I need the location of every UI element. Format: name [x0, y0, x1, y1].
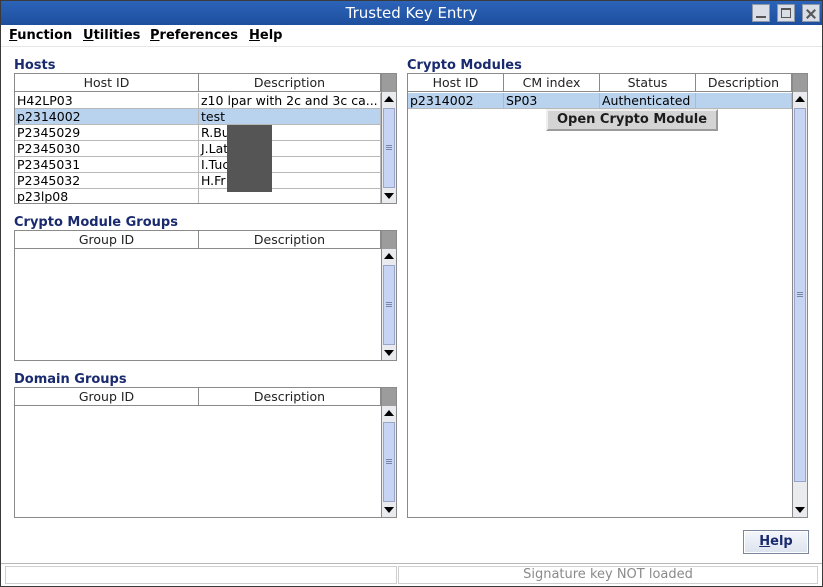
maximize-icon[interactable]: [777, 4, 796, 22]
grip-icon: [386, 302, 392, 307]
column-header-description[interactable]: Description: [696, 74, 792, 92]
scroll-up-icon[interactable]: [384, 96, 394, 102]
crypto-module-groups-table: Group ID Description: [14, 230, 397, 361]
domain-groups-table-header: Group ID Description: [15, 388, 381, 406]
table-row[interactable]: P2345029 R.Bu n: [15, 125, 381, 141]
scrollbar-corner: [382, 231, 396, 249]
menu-bar: Function Utilities Preferences Help: [1, 25, 822, 47]
column-header-description[interactable]: Description: [199, 388, 381, 406]
hosts-label: Hosts: [14, 58, 56, 73]
cm-groups-scrollbar[interactable]: [381, 231, 396, 360]
host-id-cell: P2345029: [15, 125, 199, 141]
table-row[interactable]: P2345030 J.Lat: [15, 141, 381, 157]
status-bar: Signature key NOT loaded: [1, 563, 822, 586]
signature-key-status: Signature key NOT loaded: [398, 566, 818, 584]
table-row-selected[interactable]: p2314002 test: [15, 109, 381, 125]
scrollbar-corner: [382, 388, 396, 406]
table-row[interactable]: H42LP03 z10 lpar with 2c and 3c ca...: [15, 93, 381, 109]
domain-groups-scrollbar[interactable]: [381, 388, 396, 517]
crypto-modules-table-header: Host ID CM index Status Description: [408, 74, 792, 92]
crypto-module-groups-label: Crypto Module Groups: [14, 215, 178, 230]
host-id-cell: P2345031: [15, 157, 199, 173]
cm-groups-table-header: Group ID Description: [15, 231, 381, 249]
close-icon[interactable]: [802, 4, 820, 22]
minimize-icon[interactable]: [752, 4, 771, 22]
column-header-group-id[interactable]: Group ID: [15, 231, 199, 249]
scroll-up-icon[interactable]: [384, 253, 394, 259]
grip-icon: [386, 459, 392, 464]
window-title: Trusted Key Entry: [345, 4, 478, 22]
description-cell: [696, 93, 792, 109]
column-header-status[interactable]: Status: [600, 74, 696, 92]
window-controls: [750, 4, 820, 22]
status-message: [5, 566, 397, 584]
scroll-up-icon[interactable]: [384, 410, 394, 416]
scroll-up-icon[interactable]: [795, 96, 805, 102]
crypto-modules-scrollbar[interactable]: [792, 74, 807, 517]
menu-utilities[interactable]: Utilities: [83, 28, 140, 43]
cm-index-cell: SP03: [504, 93, 600, 109]
host-id-cell: p2314002: [408, 93, 504, 109]
menu-help[interactable]: Help: [249, 28, 282, 43]
hosts-table: Host ID Description H42LP03 z10 lpar wit…: [14, 73, 397, 204]
help-button[interactable]: Help: [743, 530, 809, 554]
scrollbar-corner: [382, 74, 396, 92]
host-id-cell: P2345032: [15, 173, 199, 189]
tke-window: Trusted Key Entry Function Utilities Pre…: [0, 0, 823, 587]
column-header-host-id[interactable]: Host ID: [15, 74, 199, 92]
domain-groups-label: Domain Groups: [14, 372, 127, 387]
open-crypto-module-menu-item[interactable]: Open Crypto Module: [546, 109, 718, 131]
column-header-host-id[interactable]: Host ID: [408, 74, 504, 92]
scrollbar-thumb[interactable]: [383, 422, 395, 502]
hosts-scrollbar[interactable]: [381, 74, 396, 203]
menu-function[interactable]: Function: [9, 28, 72, 43]
status-cell: Authenticated: [600, 93, 696, 109]
column-header-group-id[interactable]: Group ID: [15, 388, 199, 406]
column-header-description[interactable]: Description: [199, 74, 381, 92]
host-id-cell: H42LP03: [15, 93, 199, 109]
scrollbar-thumb[interactable]: [383, 108, 395, 188]
table-row[interactable]: p23lp08: [15, 189, 381, 203]
scroll-down-icon[interactable]: [795, 507, 805, 513]
column-header-description[interactable]: Description: [199, 231, 381, 249]
scroll-down-icon[interactable]: [384, 507, 394, 513]
grip-icon: [797, 292, 803, 297]
host-id-cell: P2345030: [15, 141, 199, 157]
table-row[interactable]: P2345031 I.Tuc er: [15, 157, 381, 173]
host-id-cell: p2314002: [15, 109, 199, 125]
grip-icon: [386, 145, 392, 150]
table-row-selected[interactable]: p2314002 SP03 Authenticated: [408, 93, 792, 109]
table-row[interactable]: P2345032 H.Fr erger: [15, 173, 381, 189]
scroll-down-icon[interactable]: [384, 350, 394, 356]
scrollbar-thumb[interactable]: [794, 108, 806, 482]
hosts-table-header: Host ID Description: [15, 74, 381, 92]
scrollbar-thumb[interactable]: [383, 265, 395, 345]
crypto-modules-table: Host ID CM index Status Description p231…: [407, 73, 808, 518]
description-cell: z10 lpar with 2c and 3c ca...: [199, 93, 381, 109]
menu-preferences[interactable]: Preferences: [150, 28, 238, 43]
domain-groups-table: Group ID Description: [14, 387, 397, 518]
description-cell: test: [199, 109, 381, 125]
column-header-cm-index[interactable]: CM index: [504, 74, 600, 92]
scrollbar-corner: [793, 74, 807, 92]
host-id-cell: p23lp08: [15, 189, 199, 203]
crypto-modules-label: Crypto Modules: [407, 58, 522, 73]
title-bar[interactable]: Trusted Key Entry: [1, 1, 822, 25]
scroll-down-icon[interactable]: [384, 193, 394, 199]
redaction-block: [227, 125, 272, 192]
